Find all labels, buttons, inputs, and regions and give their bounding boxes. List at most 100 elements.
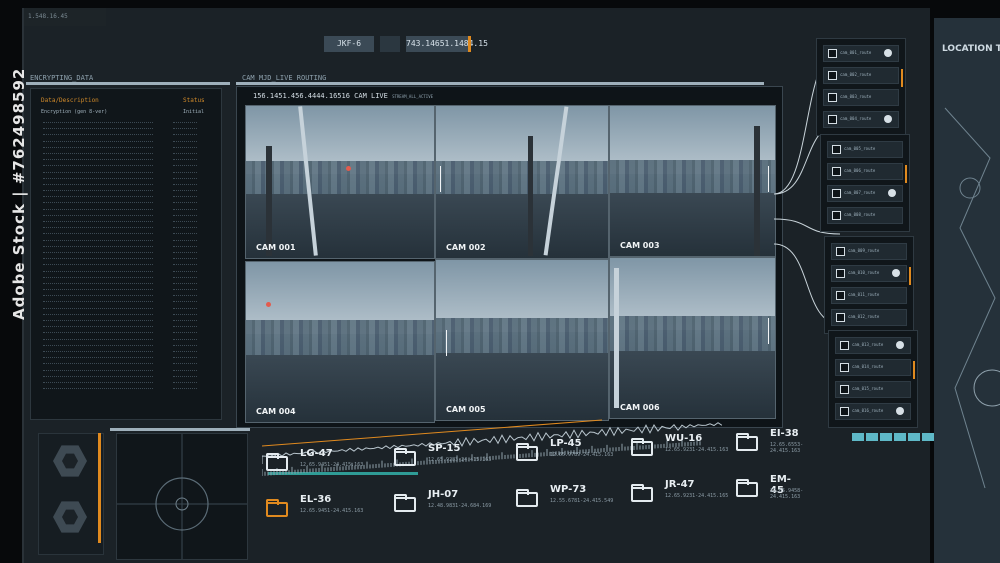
focus-bracket (446, 330, 447, 356)
checkbox-icon[interactable] (828, 49, 837, 58)
route-node[interactable]: cam_005_route (827, 141, 903, 158)
status-dot-icon (888, 189, 896, 197)
camera-label: CAM 003 (620, 241, 660, 250)
node-accent (905, 165, 907, 183)
route-node[interactable]: cam_004_route (823, 111, 899, 128)
camera-feed-002[interactable]: CAM 002 (435, 105, 609, 259)
folder-name[interactable]: EI-38 (770, 428, 799, 439)
route-node[interactable]: cam_006_route (827, 163, 903, 180)
route-node[interactable]: cam_013_route (835, 337, 911, 354)
monitor-screen: 1.548.16.45 JKF-6 743.14651.1484.15 ENCR… (22, 8, 944, 563)
route-node[interactable]: cam_008_route (827, 207, 903, 224)
status-dot-icon (884, 115, 892, 123)
folder-icon[interactable] (266, 499, 288, 517)
folder-coordinates: 12.48.9831-24.684.169 (428, 503, 492, 509)
route-node-group: cam_005_route cam_006_route cam_007_routec… (820, 134, 910, 232)
folder-icon[interactable] (631, 438, 653, 456)
checkbox-icon[interactable] (836, 247, 845, 256)
folder-icon[interactable] (394, 494, 416, 512)
folder-name[interactable]: JR-47 (665, 479, 695, 490)
header-chip-id[interactable]: 743.14651.1484.15 (406, 36, 488, 52)
camera-title-rule (236, 82, 764, 85)
map-lines-icon (944, 107, 1000, 489)
route-node-label: cam_016_route (852, 408, 884, 413)
folder-icon[interactable] (516, 443, 538, 461)
data-first-row: Encryption (gen 8-ver) (41, 109, 108, 115)
folder-name[interactable]: WP-73 (550, 484, 586, 495)
route-node[interactable]: cam_002_route (823, 67, 899, 84)
folder-coordinates: 12.65.9451-24.415.163 (300, 508, 364, 514)
route-node-group: cam_001_route cam_002_route cam_003_routec… (816, 38, 906, 136)
route-node[interactable]: cam_011_route (831, 287, 907, 304)
checkbox-icon[interactable] (836, 269, 845, 278)
folder-icon[interactable] (631, 484, 653, 502)
folder-icon[interactable] (516, 489, 538, 507)
camera-feed-005[interactable]: CAM 005 (435, 259, 609, 421)
data-row (43, 199, 213, 205)
checkbox-icon[interactable] (836, 291, 845, 300)
checkbox-icon[interactable] (836, 313, 845, 322)
route-node-label: cam_007_route (844, 190, 876, 195)
traffic-light (528, 136, 533, 256)
folder-icon[interactable] (736, 479, 758, 497)
folder-name[interactable]: LP-45 (550, 438, 582, 449)
header-accent (468, 36, 471, 52)
radar-crosshair-icon (117, 434, 247, 559)
data-row (43, 305, 213, 311)
camera-feed-003[interactable]: CAM 003 (609, 105, 776, 257)
camera-feed-004[interactable]: CAM 004 (245, 261, 435, 423)
hexagon-icon[interactable] (53, 501, 87, 533)
rec-indicator (346, 166, 351, 171)
hexagon-icon[interactable] (53, 445, 87, 477)
checkbox-icon[interactable] (840, 363, 849, 372)
route-node[interactable]: cam_009_route (831, 243, 907, 260)
folder-name[interactable]: SP-15 (428, 443, 460, 454)
folder-icon[interactable] (736, 433, 758, 451)
route-node-label: cam_014_route (852, 364, 884, 369)
camera-feed-001[interactable]: CAM 001 (245, 105, 435, 259)
data-row (43, 131, 213, 137)
route-node[interactable]: cam_012_route (831, 309, 907, 326)
checkbox-icon[interactable] (832, 189, 841, 198)
camera-label: CAM 002 (446, 243, 486, 252)
checkbox-icon[interactable] (832, 145, 841, 154)
data-col-header: Data/Description (41, 97, 99, 104)
route-node-label: cam_010_route (848, 270, 880, 275)
route-node[interactable]: cam_014_route (835, 359, 911, 376)
data-row (43, 274, 213, 280)
route-node-label: cam_011_route (848, 292, 880, 297)
route-node[interactable]: cam_010_route (831, 265, 907, 282)
folder-icon[interactable] (266, 453, 288, 471)
route-node[interactable]: cam_007_route (827, 185, 903, 202)
folder-name[interactable]: EL-36 (300, 494, 331, 505)
header-chip-jkf[interactable]: JKF-6 (324, 36, 374, 52)
checkbox-icon[interactable] (828, 115, 837, 124)
route-node-label: cam_002_route (840, 72, 872, 77)
checkbox-icon[interactable] (840, 385, 849, 394)
checkbox-icon[interactable] (828, 93, 837, 102)
checkbox-icon[interactable] (832, 211, 841, 220)
route-node[interactable]: cam_015_route (835, 381, 911, 398)
route-node[interactable]: cam_001_route (823, 45, 899, 62)
checkbox-icon[interactable] (840, 407, 849, 416)
radar-title-rule (110, 428, 250, 431)
system-id-strip: 1.548.16.45 (24, 8, 106, 26)
data-row (43, 169, 213, 175)
route-node-label: cam_005_route (844, 146, 876, 151)
folder-name[interactable]: JH-07 (428, 489, 458, 500)
camera-feed-006[interactable]: CAM 006 (609, 257, 776, 419)
route-node-group: cam_013_route cam_014_route cam_015_routec… (828, 330, 918, 428)
route-node-group: cam_009_route cam_010_route cam_011_routec… (824, 236, 914, 334)
checkbox-icon[interactable] (832, 167, 841, 176)
status-dot-icon (896, 407, 904, 415)
route-node[interactable]: cam_016_route (835, 403, 911, 420)
checkbox-icon[interactable] (828, 71, 837, 80)
folder-icon[interactable] (394, 448, 416, 466)
folder-name[interactable]: WU-16 (665, 433, 702, 444)
location-track-screen: LOCATION TRACK (934, 18, 1000, 563)
route-node[interactable]: cam_003_route (823, 89, 899, 106)
checkbox-icon[interactable] (840, 341, 849, 350)
header-chip-blank (380, 36, 400, 52)
folder-name[interactable]: LG-47 (300, 448, 333, 459)
route-node-label: cam_009_route (848, 248, 880, 253)
